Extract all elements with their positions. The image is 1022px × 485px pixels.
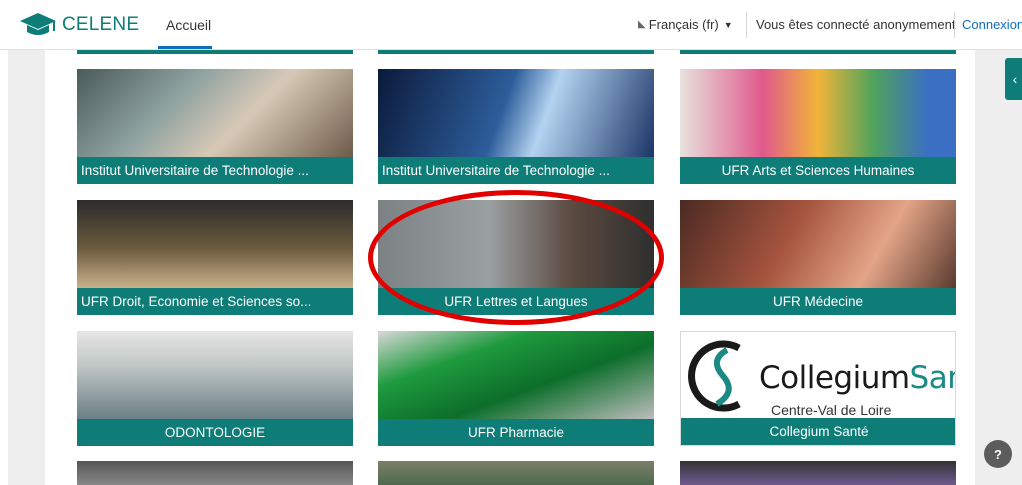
brand-name: CELENE bbox=[62, 14, 140, 35]
course-tile[interactable]: UFR Lettres et Langues bbox=[378, 200, 654, 315]
course-tile[interactable]: Institut Universitaire de Technologie ..… bbox=[378, 69, 654, 184]
digital-tablet-image bbox=[77, 69, 353, 157]
pharmacy-cross-image bbox=[378, 331, 654, 419]
drawer-toggle-button[interactable]: ‹ bbox=[1005, 58, 1022, 100]
gavel-scales-image bbox=[77, 200, 353, 288]
anatomy-image bbox=[680, 200, 956, 288]
login-link[interactable]: Connexion bbox=[962, 17, 1022, 32]
collegium-logo-subtitle: Centre-Val de Loire bbox=[771, 402, 892, 418]
course-tile[interactable]: ODONTOLOGIE bbox=[77, 331, 353, 446]
course-tile[interactable] bbox=[378, 461, 654, 485]
course-tile-title: Institut Universitaire de Technologie ..… bbox=[378, 157, 654, 184]
course-tile[interactable]: Institut Universitaire de Technologie ..… bbox=[77, 69, 353, 184]
previous-tile-caption[interactable] bbox=[378, 50, 654, 54]
graduation-cap-icon bbox=[20, 13, 56, 35]
language-label: Français (fr) bbox=[648, 17, 719, 32]
painted-hand-image bbox=[680, 69, 956, 157]
nav-divider bbox=[746, 12, 747, 38]
course-tile-title: Collegium Santé bbox=[681, 418, 955, 445]
help-button[interactable]: ? bbox=[984, 440, 1012, 468]
course-tile-title: UFR Droit, Economie et Sciences so... bbox=[77, 288, 353, 315]
course-tile[interactable] bbox=[680, 461, 956, 485]
dental-classroom-image bbox=[77, 331, 353, 419]
course-tile-title: UFR Arts et Sciences Humaines bbox=[680, 157, 956, 184]
nav-home-link[interactable]: Accueil bbox=[166, 17, 211, 33]
brand-logo-link[interactable]: CELENE bbox=[18, 8, 139, 42]
language-icon: ◣ bbox=[638, 19, 646, 30]
chevron-left-icon: ‹ bbox=[1012, 71, 1018, 87]
course-tile[interactable]: UFR Arts et Sciences Humaines bbox=[680, 69, 956, 184]
course-tile[interactable]: CollegiumSanté Centre-Val de Loire Colle… bbox=[680, 331, 956, 446]
course-tile-title: UFR Lettres et Langues bbox=[378, 288, 654, 315]
course-tile-title: UFR Médecine bbox=[680, 288, 956, 315]
login-status-text: Vous êtes connecté anonymement bbox=[756, 17, 956, 32]
course-tile[interactable] bbox=[77, 461, 353, 485]
left-gutter bbox=[8, 50, 45, 485]
course-tile[interactable]: UFR Pharmacie bbox=[378, 331, 654, 446]
active-tab-indicator bbox=[158, 46, 212, 49]
previous-tile-caption[interactable] bbox=[680, 50, 956, 54]
language-selector[interactable]: ◣ Français (fr) ▼ bbox=[638, 17, 733, 32]
course-tile-title: UFR Pharmacie bbox=[378, 419, 654, 446]
collegium-logo-text: CollegiumSanté bbox=[759, 360, 955, 396]
previous-tile-caption[interactable] bbox=[77, 50, 353, 54]
chevron-down-icon: ▼ bbox=[723, 19, 733, 30]
robot-hand-image bbox=[378, 69, 654, 157]
nav-divider bbox=[954, 12, 955, 38]
right-gutter bbox=[975, 50, 1022, 485]
top-navbar: CELENE Accueil ◣ Français (fr) ▼ Vous êt… bbox=[0, 0, 1022, 50]
course-tile[interactable]: UFR Droit, Economie et Sciences so... bbox=[77, 200, 353, 315]
woman-letters-image bbox=[378, 200, 654, 288]
course-tile-title: ODONTOLOGIE bbox=[77, 419, 353, 446]
course-tile[interactable]: UFR Médecine bbox=[680, 200, 956, 315]
collegium-c-mark-icon bbox=[688, 340, 741, 412]
course-tile-title: Institut Universitaire de Technologie ..… bbox=[77, 157, 353, 184]
